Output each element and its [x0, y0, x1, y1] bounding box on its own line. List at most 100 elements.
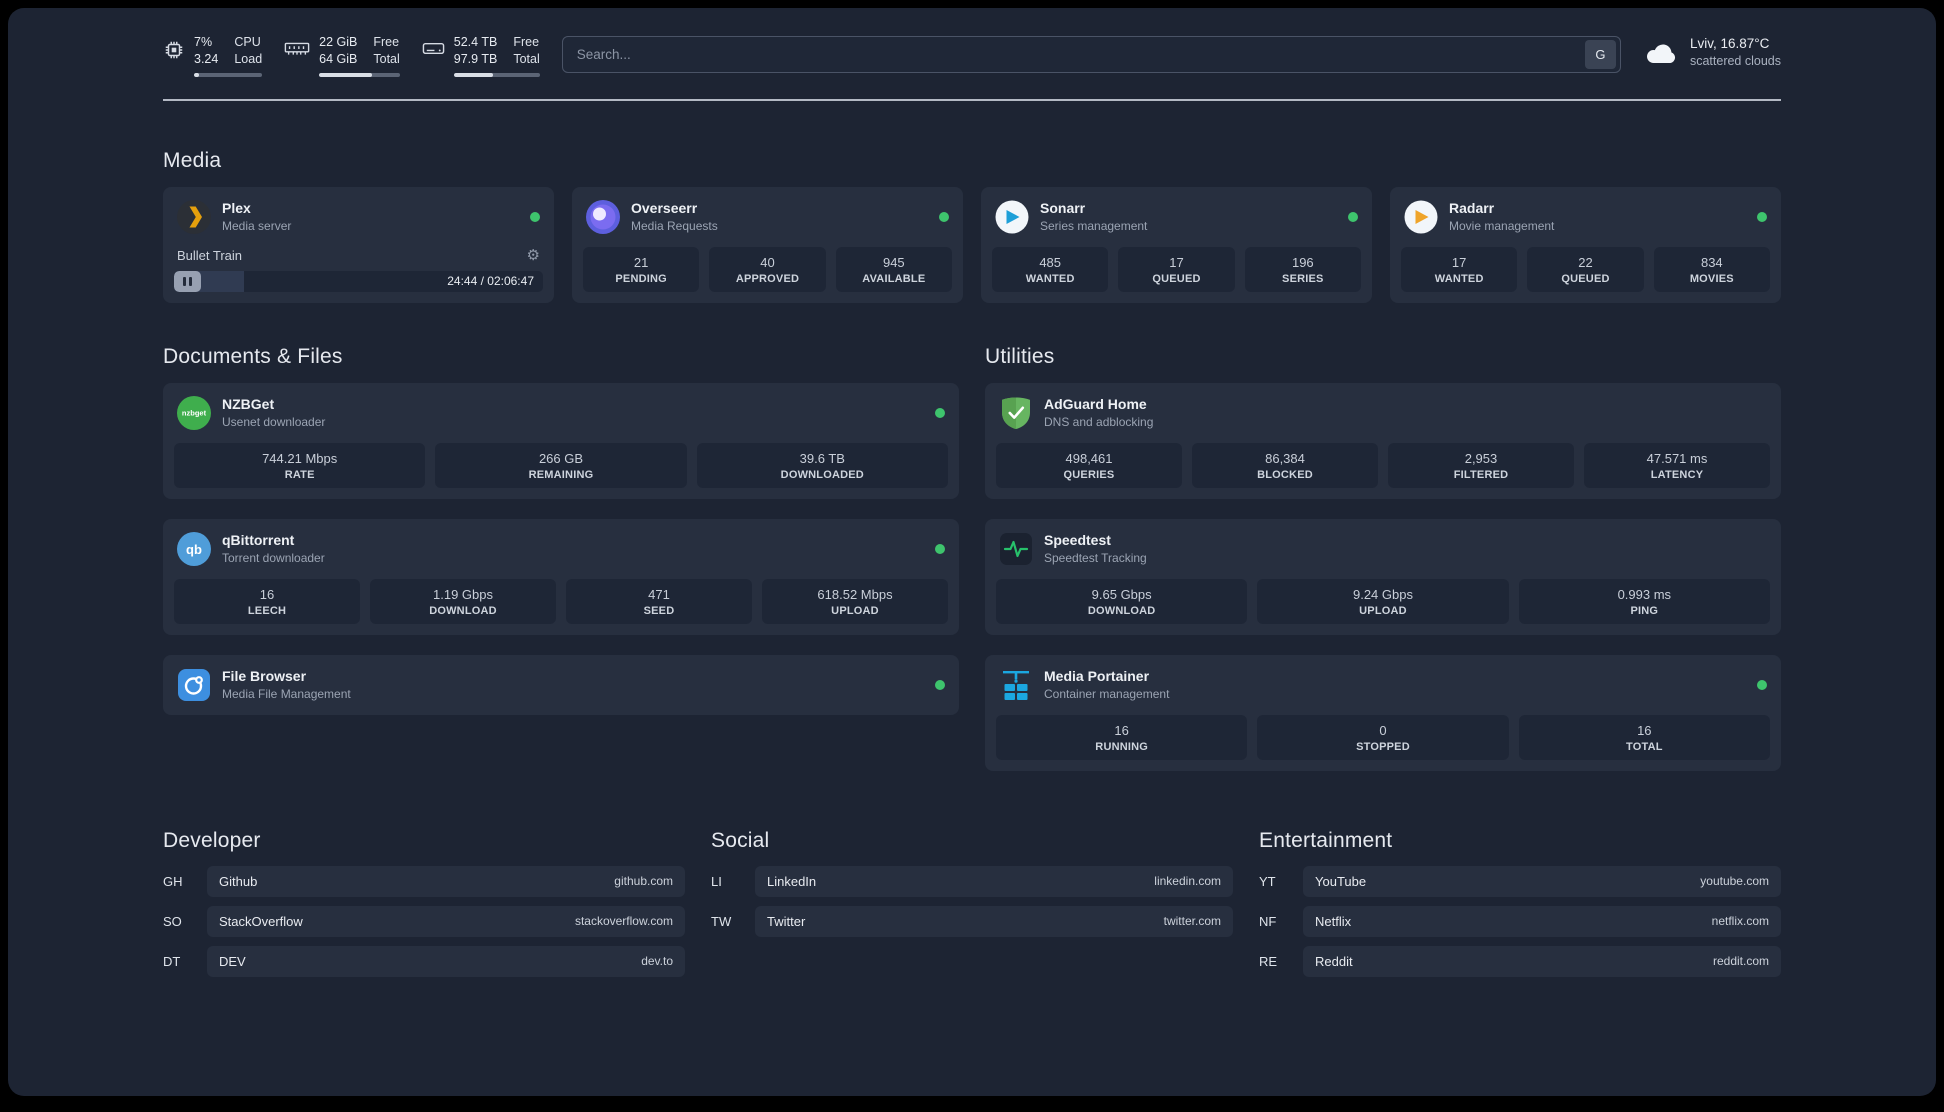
weather-widget: Lviv, 16.87°C scattered clouds [1643, 36, 1781, 68]
stat-box: 9.65 Gbps DOWNLOAD [996, 578, 1248, 624]
search-input[interactable] [562, 37, 1585, 72]
stat-box: 21 PENDING [583, 246, 700, 292]
pause-button[interactable] [174, 270, 201, 292]
service-desc: Torrent downloader [222, 551, 325, 566]
bookmark-link-github[interactable]: Github github.com [207, 865, 685, 897]
service-name: Radarr [1449, 200, 1495, 217]
service-name: AdGuard Home [1044, 396, 1147, 413]
bookmark-link-twitter[interactable]: Twitter twitter.com [755, 905, 1233, 937]
stat-value: 16 [259, 586, 275, 602]
playback-progress-bar[interactable]: 24:44 / 02:06:47 [174, 270, 543, 292]
bookmark-link-youtube[interactable]: YouTube youtube.com [1303, 865, 1781, 897]
section-title-entertainment: Entertainment [1259, 828, 1393, 852]
nzbget-icon: nzbget [177, 395, 211, 430]
bookmark-link-reddit[interactable]: Reddit reddit.com [1303, 945, 1781, 977]
stat-label: DOWNLOAD [429, 604, 497, 617]
stat-box: 9.24 Gbps UPLOAD [1257, 578, 1509, 624]
stat-box: 86,384 BLOCKED [1192, 442, 1378, 488]
service-desc: Series management [1040, 219, 1148, 234]
status-dot [1757, 211, 1767, 222]
filebrowser-icon [177, 668, 211, 702]
gear-icon[interactable]: ⚙ [527, 248, 540, 263]
memory-total: 64 GiB [319, 51, 358, 66]
stat-label: RUNNING [1095, 740, 1149, 753]
weather-condition: scattered clouds [1689, 54, 1781, 68]
stat-value: 17 [1169, 254, 1184, 270]
stat-value: 21 [633, 254, 649, 270]
stat-value: 39.6 TB [799, 450, 845, 466]
disk-label-top: Free [513, 35, 540, 49]
service-name: Overseerr [631, 200, 698, 217]
speedtest-icon [999, 532, 1033, 566]
stat-box: 744.21 Mbps RATE [174, 442, 426, 488]
memory-icon [284, 39, 310, 59]
service-link-speedtest[interactable]: Speedtest Speedtest Tracking [996, 530, 1770, 568]
stat-label: UPLOAD [1359, 604, 1407, 617]
service-card-overseerr: Overseerr Media Requests 21 PENDING 40 A… [572, 186, 963, 303]
radarr-icon [1404, 200, 1438, 234]
stat-box: 266 GB REMAINING [435, 442, 687, 488]
status-dot [935, 407, 945, 418]
service-desc: DNS and adblocking [1044, 415, 1154, 430]
stat-label: QUERIES [1063, 468, 1115, 481]
service-link-radarr[interactable]: Radarr Movie management [1401, 198, 1770, 236]
bookmark-row: DT DEV dev.to [163, 945, 685, 977]
bookmark-link-netflix[interactable]: Netflix netflix.com [1303, 905, 1781, 937]
cloud-icon [1643, 39, 1679, 65]
bookmark-abbr: RE [1259, 953, 1278, 969]
stat-value: 16 [1637, 722, 1652, 738]
stat-label: PING [1630, 604, 1659, 617]
svg-text:nzbget: nzbget [182, 408, 207, 417]
top-bar: 7% 3.24 CPU Load 22 GiB 64 GiB Free Tota… [163, 8, 1781, 77]
stat-label: SEED [643, 604, 675, 617]
bookmark-row: NF Netflix netflix.com [1259, 905, 1781, 937]
search-provider-button[interactable]: G [1584, 40, 1616, 69]
playback-time: 24:44 / 02:06:47 [447, 274, 534, 289]
stat-value: 471 [648, 586, 670, 602]
header-divider [163, 98, 1781, 101]
service-link-sonarr[interactable]: Sonarr Series management [992, 198, 1361, 236]
bookmark-abbr: LI [711, 873, 722, 889]
service-name: NZBGet [222, 396, 275, 413]
service-link-nzbget[interactable]: nzbget NZBGet Usenet downloader [174, 394, 948, 432]
service-card-adguard: AdGuard Home DNS and adblocking 498,461 … [985, 382, 1781, 499]
stat-label: LEECH [247, 604, 287, 617]
cpu-widget: 7% 3.24 CPU Load [163, 34, 263, 77]
stat-value: 1.19 Gbps [433, 586, 493, 602]
stat-value: 945 [882, 254, 905, 270]
service-link-filebrowser[interactable]: File Browser Media File Management [174, 666, 948, 704]
service-link-portainer[interactable]: Media Portainer Container management [996, 666, 1770, 704]
stat-box: 17 WANTED [1401, 246, 1518, 292]
status-dot [1348, 211, 1358, 222]
service-link-plex[interactable]: Plex Media server [174, 198, 543, 236]
stat-value: 196 [1291, 254, 1314, 270]
stat-label: DOWNLOADED [780, 468, 864, 481]
stat-value: 744.21 Mbps [262, 450, 338, 466]
service-desc: Container management [1044, 687, 1170, 702]
cpu-usage-bar [194, 72, 263, 77]
cpu-percent: 7% [194, 35, 213, 49]
qbittorrent-icon: qb [177, 531, 211, 566]
overseerr-icon [586, 199, 620, 234]
stat-box: 17 QUEUED [1118, 246, 1235, 292]
stat-box: 40 APPROVED [709, 246, 826, 292]
bookmark-link-dev[interactable]: DEV dev.to [207, 945, 685, 977]
disk-icon [422, 39, 445, 58]
bookmark-abbr: DT [163, 953, 181, 969]
service-link-qbittorrent[interactable]: qb qBittorrent Torrent downloader [174, 530, 948, 568]
sonarr-icon [995, 200, 1029, 234]
stat-box: 39.6 TB DOWNLOADED [696, 442, 948, 488]
bookmark-link-linkedin[interactable]: LinkedIn linkedin.com [755, 865, 1233, 897]
service-desc: Movie management [1449, 219, 1555, 234]
status-dot [935, 679, 945, 690]
stat-value: 47.571 ms [1646, 450, 1708, 466]
stat-value: 9.65 Gbps [1091, 586, 1152, 602]
bookmark-abbr: YT [1259, 873, 1276, 889]
stat-label: FILTERED [1453, 468, 1509, 481]
bookmark-link-stackoverflow[interactable]: StackOverflow stackoverflow.com [207, 905, 685, 937]
bookmark-row: TW Twitter twitter.com [711, 905, 1233, 937]
service-link-overseerr[interactable]: Overseerr Media Requests [583, 198, 952, 236]
service-link-adguard[interactable]: AdGuard Home DNS and adblocking [996, 394, 1770, 432]
stat-value: 0 [1379, 722, 1387, 738]
stat-box: 618.52 Mbps UPLOAD [762, 578, 948, 624]
